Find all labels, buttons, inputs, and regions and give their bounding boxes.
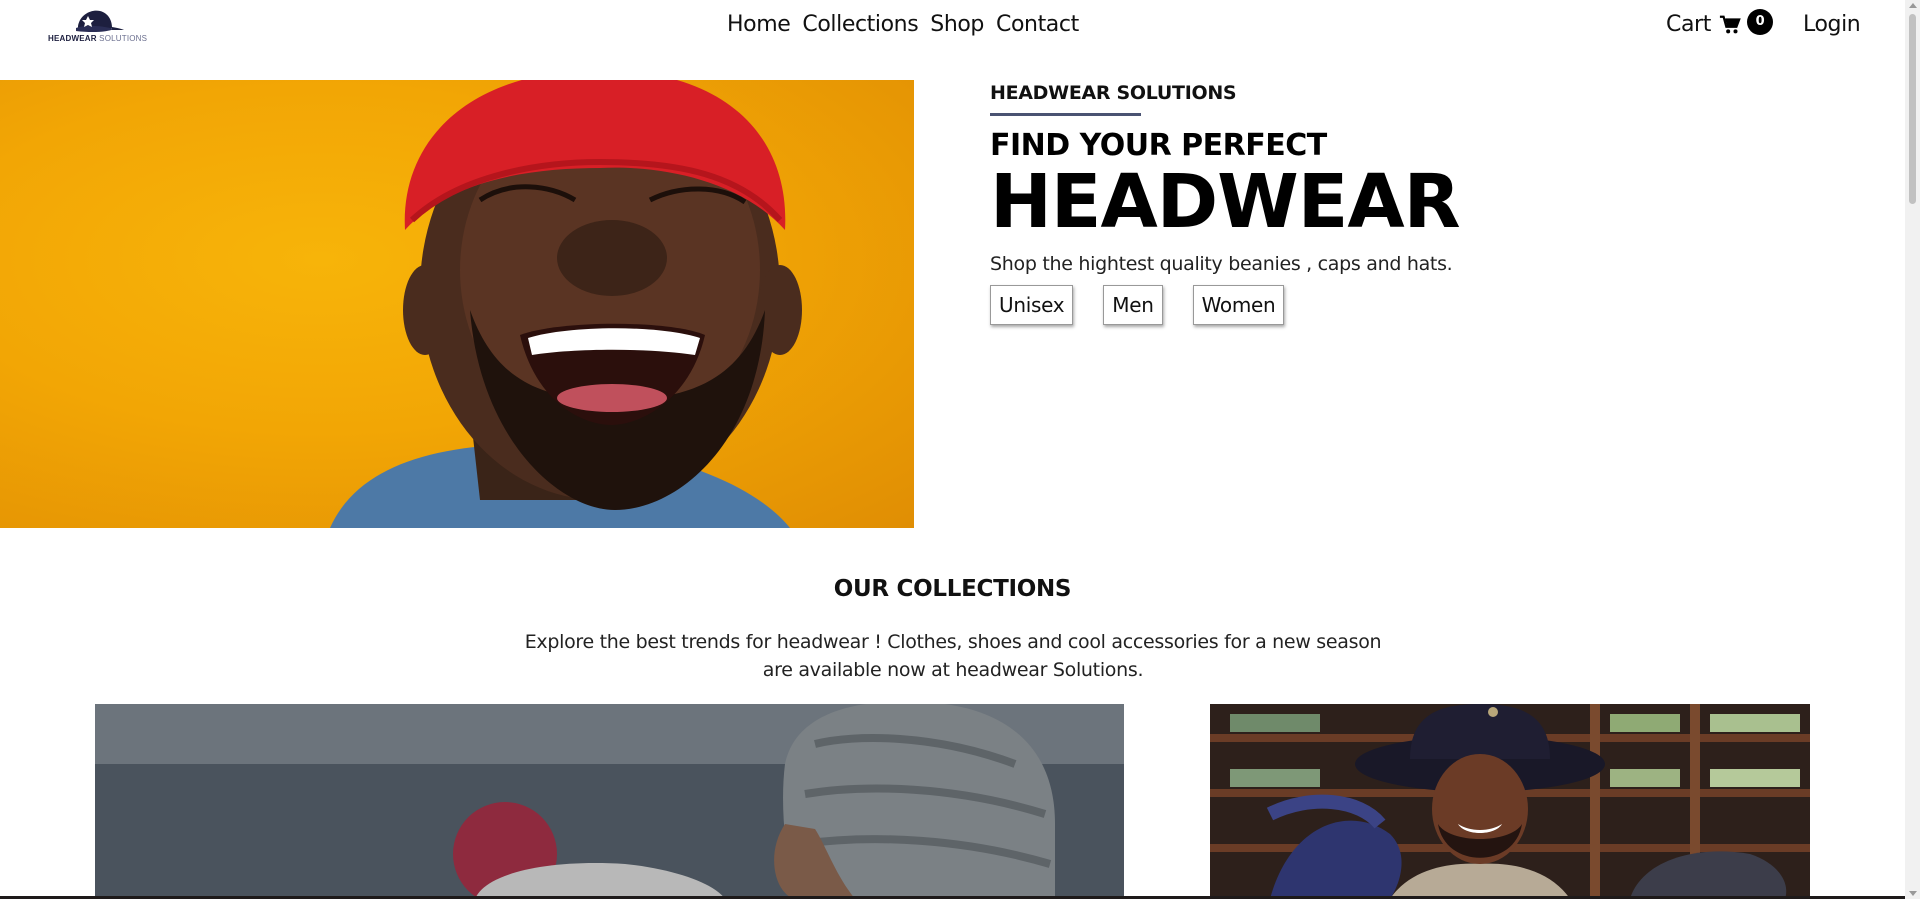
unisex-button[interactable]: Unisex <box>990 285 1074 325</box>
collections-title: OUR COLLECTIONS <box>833 576 1072 602</box>
hero-subtitle: Shop the hightest quality beanies , caps… <box>990 253 1453 275</box>
men-button[interactable]: Men <box>1103 285 1163 325</box>
logo-text-light: SOLUTIONS <box>99 34 148 43</box>
hero-headline-line1: FIND YOUR PERFECT <box>990 128 1327 163</box>
scroll-down-arrow-icon[interactable] <box>1909 891 1917 896</box>
cart-label: Cart <box>1666 12 1711 37</box>
collection-card-hats[interactable] <box>1210 704 1810 899</box>
women-button[interactable]: Women <box>1192 285 1285 325</box>
beanies-photo-illustration <box>95 704 1124 899</box>
nav-contact[interactable]: Contact <box>996 12 1079 37</box>
main-nav: Home Collections Shop Contact <box>727 12 1079 37</box>
nav-home[interactable]: Home <box>727 12 791 37</box>
scroll-up-arrow-icon[interactable] <box>1909 3 1917 8</box>
page-scrollbar[interactable] <box>1905 0 1920 899</box>
logo-text: HEADWEAR SOLUTIONS <box>48 34 148 43</box>
logo[interactable]: HEADWEAR SOLUTIONS <box>48 6 147 48</box>
login-link[interactable]: Login <box>1803 12 1861 37</box>
hero-text: HEADWEAR SOLUTIONS FIND YOUR PERFECT HEA… <box>990 82 1690 325</box>
hats-photo-illustration <box>1210 704 1810 899</box>
scroll-thumb[interactable] <box>1909 14 1916 204</box>
logo-text-bold: HEADWEAR <box>48 34 97 43</box>
hero-image <box>0 80 914 528</box>
cap-icon <box>76 10 124 33</box>
hero-headline-line2: HEADWEAR <box>990 159 1461 245</box>
hero-photo-illustration <box>330 80 802 528</box>
cart-icon <box>1719 15 1741 33</box>
hero-buttons: Unisex Men Women <box>990 285 1690 325</box>
nav-shop[interactable]: Shop <box>930 12 984 37</box>
hero-kicker: HEADWEAR SOLUTIONS <box>990 82 1237 104</box>
collections-description: Explore the best trends for headwear ! C… <box>524 631 1382 681</box>
collection-card-beanies[interactable] <box>95 704 1124 899</box>
kicker-underline <box>990 113 1141 116</box>
cart-count-badge: 0 <box>1746 8 1773 35</box>
site-header: HEADWEAR SOLUTIONS Home Collections Shop… <box>0 0 1905 56</box>
nav-collections[interactable]: Collections <box>802 12 918 37</box>
cart-link[interactable]: Cart 0 <box>1666 8 1773 37</box>
